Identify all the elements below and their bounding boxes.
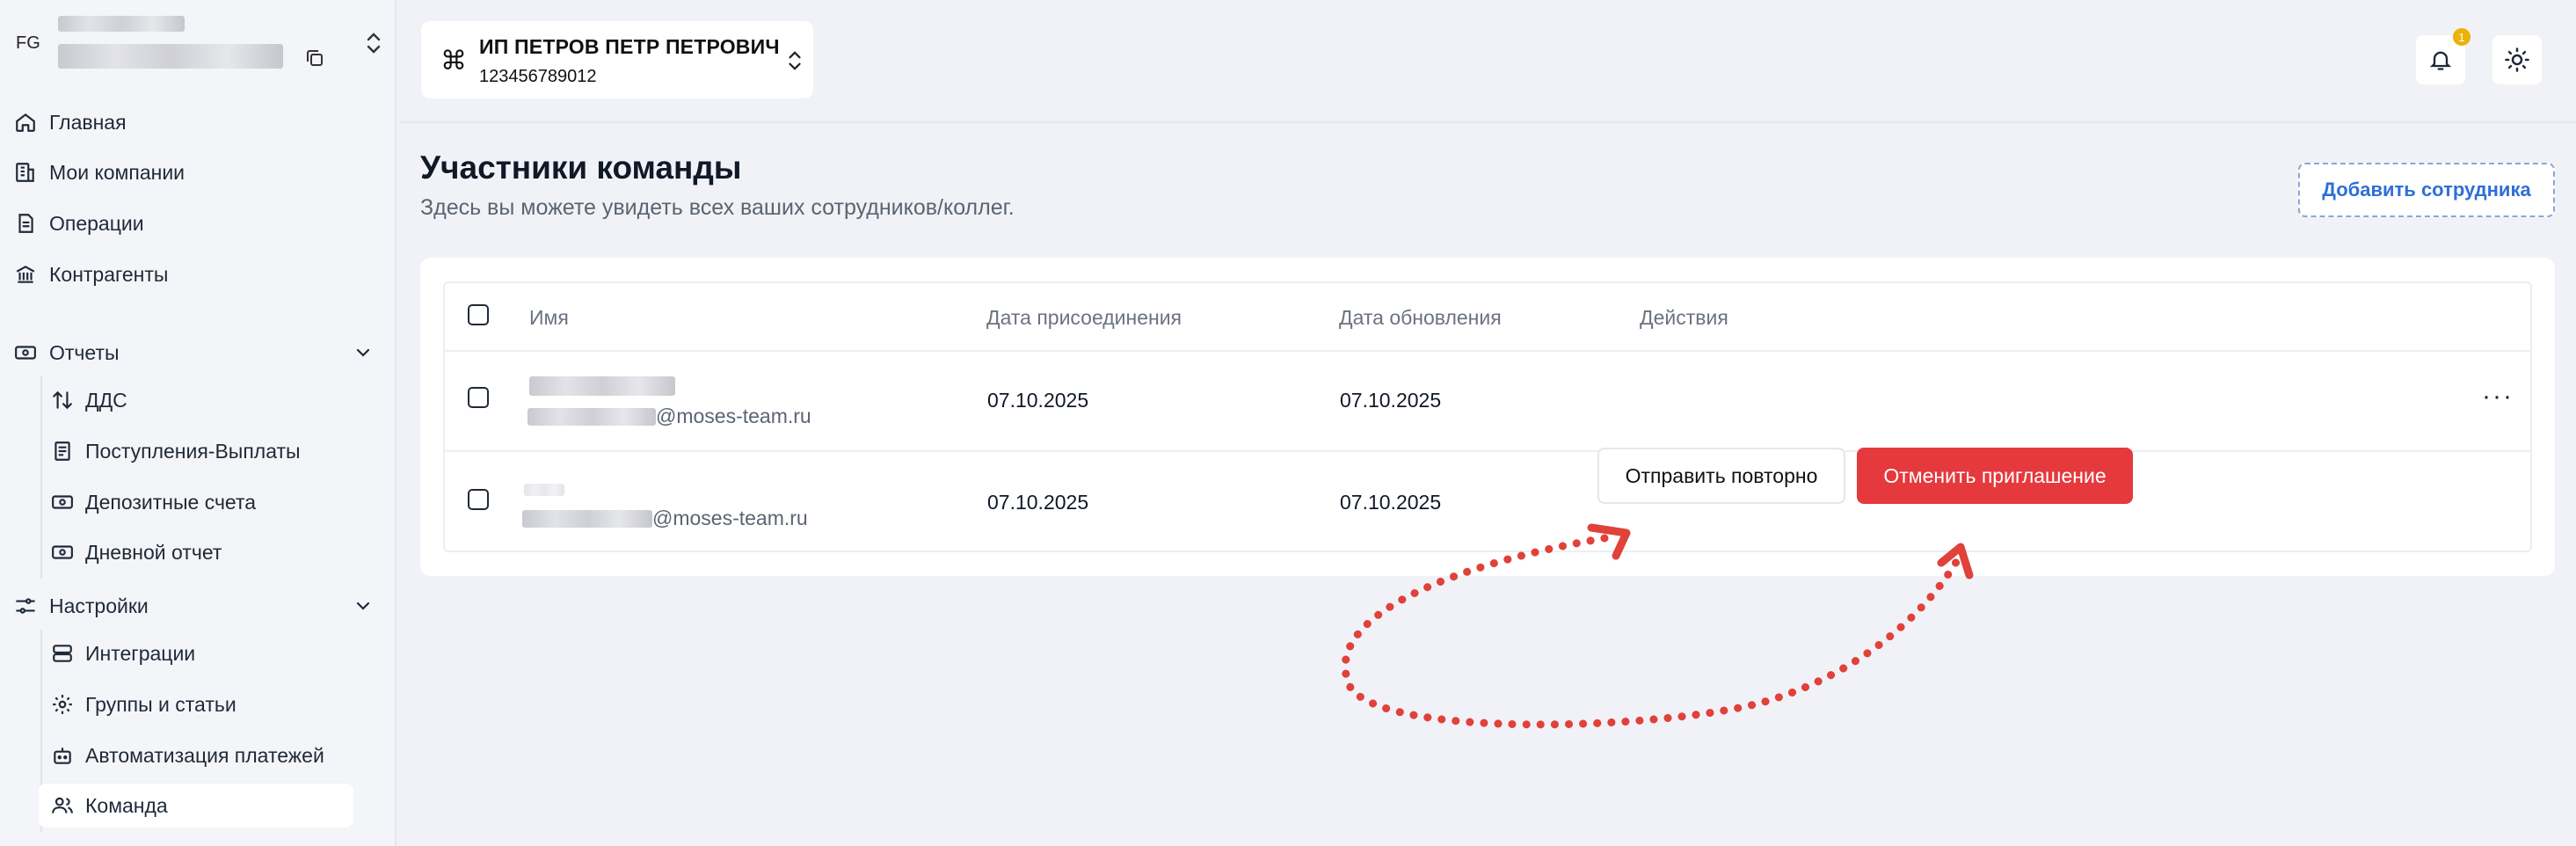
sidebar-group-label: Настройки xyxy=(49,594,149,617)
column-header-name: Имя xyxy=(529,306,569,329)
account-initials: FG xyxy=(16,33,40,53)
sidebar-item-companies[interactable]: Мои компании xyxy=(0,151,397,193)
member-joined-date: 07.10.2025 xyxy=(987,389,1089,412)
member-joined-date: 07.10.2025 xyxy=(987,491,1089,514)
sidebar-group-label: Отчеты xyxy=(49,340,120,364)
bell-icon xyxy=(2429,51,2452,70)
sidebar-group-settings[interactable]: Настройки xyxy=(0,585,397,627)
sidebar-item-integrations[interactable]: Интеграции xyxy=(39,631,353,675)
column-header-actions: Действия xyxy=(1640,306,1728,329)
sidebar-item-label: Мои компании xyxy=(49,160,186,184)
column-header-joined: Дата присоединения xyxy=(986,306,1182,329)
command-icon: ⌘ xyxy=(440,47,467,76)
sidebar-group-reports[interactable]: Отчеты xyxy=(0,332,397,374)
member-updated-date: 07.10.2025 xyxy=(1340,491,1442,514)
sidebar-item-groups[interactable]: Группы и статьи xyxy=(39,682,353,726)
member-email-redacted xyxy=(528,408,656,426)
sidebar-item-cashflow[interactable]: Поступления-Выплаты xyxy=(39,429,353,473)
column-header-updated: Дата обновления xyxy=(1339,306,1502,329)
sidebar-item-label: Поступления-Выплаты xyxy=(85,439,301,463)
team-table-card: Имя Дата присоединения Дата обновления Д… xyxy=(420,258,2555,576)
sidebar-item-label: Интеграции xyxy=(85,641,196,665)
account-switcher[interactable]: FG xyxy=(0,0,397,97)
chevron-updown-icon xyxy=(789,51,801,70)
notifications-button[interactable]: 1 xyxy=(2416,28,2470,84)
chevron-updown-icon[interactable] xyxy=(362,30,385,56)
company-name: ИП ПЕТРОВ ПЕТР ПЕТРОВИЧ xyxy=(479,35,780,58)
sidebar-item-dds[interactable]: ДДС xyxy=(39,378,353,422)
member-email-redacted xyxy=(522,510,652,528)
sidebar-item-label: Команда xyxy=(85,793,168,817)
home-icon xyxy=(16,113,35,132)
sidebar-item-operations[interactable]: Операции xyxy=(0,202,397,244)
sidebar-item-team[interactable]: Команда xyxy=(39,784,353,828)
copy-icon[interactable] xyxy=(304,47,325,69)
receipt-icon xyxy=(55,441,70,461)
row-divider xyxy=(445,450,2530,452)
page-title: Участники команды xyxy=(420,150,742,186)
document-icon xyxy=(18,214,33,233)
select-all-checkbox[interactable] xyxy=(468,304,489,325)
sidebar-item-label: Главная xyxy=(49,110,127,134)
sidebar-item-label: Контрагенты xyxy=(49,262,169,286)
row-checkbox[interactable] xyxy=(468,387,489,408)
top-bar: ⌘ ИП ПЕТРОВ ПЕТР ПЕТРОВИЧ 123456789012 1 xyxy=(398,0,2576,123)
sidebar-item-daily-report[interactable]: Дневной отчет xyxy=(39,530,353,574)
resend-invite-button[interactable]: Отправить повторно xyxy=(1597,448,1845,504)
cancel-invite-button[interactable]: Отменить приглашение xyxy=(1857,448,2133,504)
server-icon xyxy=(53,645,72,662)
sidebar: FG Главная Мои компании Операции Контраг… xyxy=(0,0,397,846)
users-icon xyxy=(52,797,73,813)
gear-icon xyxy=(53,695,72,714)
page-subtitle: Здесь вы можете увидеть всех ваших сотру… xyxy=(420,195,1015,220)
sidebar-item-label: Автоматизация платежей xyxy=(85,743,324,767)
more-actions-icon[interactable]: ··· xyxy=(2482,382,2514,412)
sidebar-item-label: Операции xyxy=(49,211,144,235)
account-name-redacted xyxy=(58,16,185,32)
chevron-down-icon xyxy=(356,348,370,357)
sidebar-item-home[interactable]: Главная xyxy=(0,101,397,143)
bank-icon xyxy=(16,266,35,283)
add-employee-button[interactable]: Добавить сотрудника xyxy=(2298,163,2555,217)
member-email-domain: @moses-team.ru xyxy=(656,405,811,427)
member-updated-date: 07.10.2025 xyxy=(1340,389,1442,412)
company-inn: 123456789012 xyxy=(479,67,597,86)
sidebar-item-label: ДДС xyxy=(85,388,127,412)
buildings-icon xyxy=(16,163,34,182)
robot-icon xyxy=(54,748,71,764)
arrows-updown-icon xyxy=(53,390,72,410)
sidebar-item-payment-automation[interactable]: Автоматизация платежей xyxy=(39,733,353,777)
sidebar-item-label: Группы и статьи xyxy=(85,692,236,716)
theme-toggle-button[interactable] xyxy=(2492,35,2542,84)
sun-icon xyxy=(2505,47,2529,72)
sidebar-item-counterparties[interactable]: Контрагенты xyxy=(0,253,397,295)
banknote-icon xyxy=(52,545,73,559)
banknote-icon xyxy=(52,495,73,509)
member-email-domain: @moses-team.ru xyxy=(652,507,808,529)
sliders-icon xyxy=(16,598,35,614)
banknote-icon xyxy=(15,346,36,360)
sidebar-item-label: Дневной отчет xyxy=(85,540,222,564)
team-table: Имя Дата присоединения Дата обновления Д… xyxy=(443,281,2532,552)
sidebar-item-deposits[interactable]: Депозитные счета xyxy=(39,480,353,524)
member-name-redacted xyxy=(529,376,675,396)
chevron-down-icon xyxy=(356,602,370,610)
company-switcher[interactable]: ⌘ ИП ПЕТРОВ ПЕТР ПЕТРОВИЧ 123456789012 xyxy=(421,21,813,98)
row-checkbox[interactable] xyxy=(468,489,489,510)
member-name-redacted xyxy=(524,484,564,496)
notification-badge: 1 xyxy=(2453,28,2470,46)
row-divider xyxy=(445,350,2530,352)
account-email-redacted xyxy=(58,44,283,69)
sidebar-item-label: Депозитные счета xyxy=(85,490,257,514)
